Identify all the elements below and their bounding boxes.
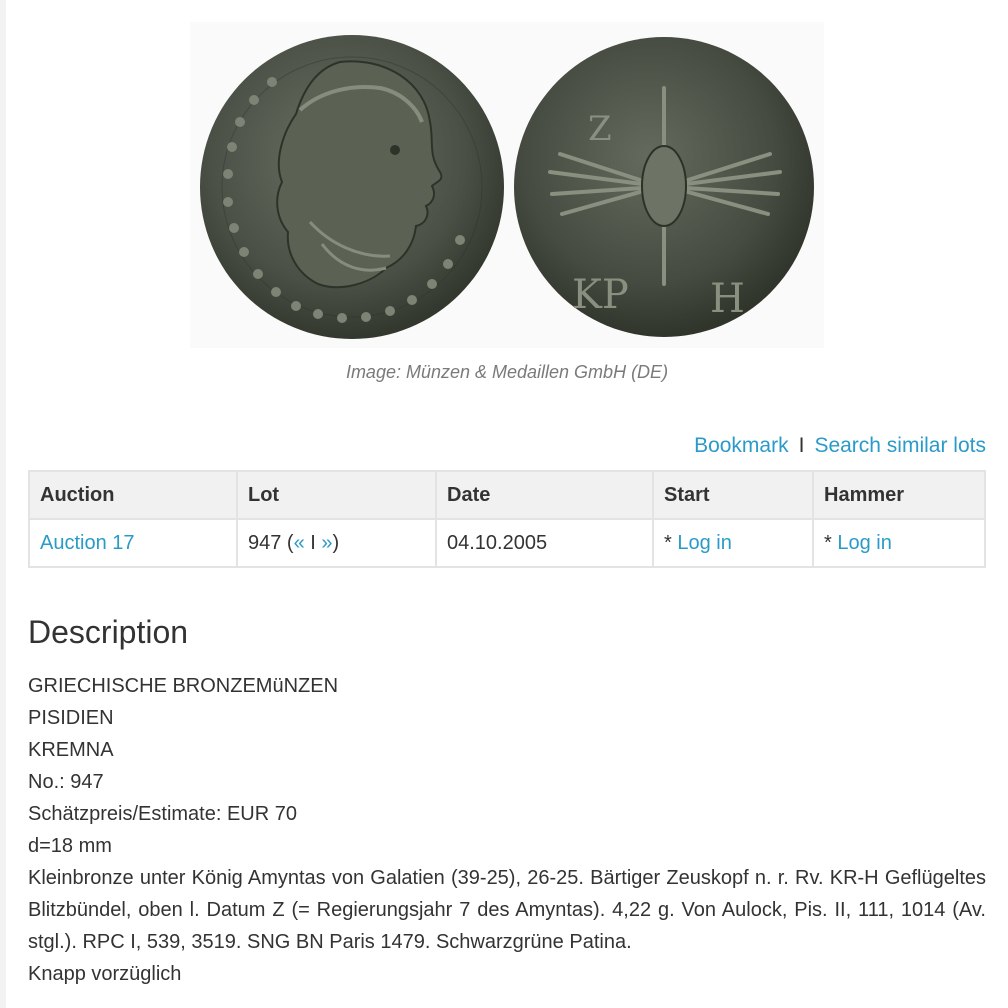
hammer-prefix: * [824, 531, 838, 554]
header-hammer: Hammer [812, 470, 986, 520]
description-line-estimate: Schätzpreis/Estimate: EUR 70 [28, 803, 297, 825]
left-edge-strip [0, 0, 6, 1008]
description-body: GRIECHISCHE BRONZEMüNZEN PISIDIEN KREMNA… [28, 670, 986, 990]
hammer-login-link[interactable]: Log in [837, 532, 892, 554]
bookmark-link[interactable]: Bookmark [694, 434, 789, 457]
lot-number: 947 ( [248, 531, 294, 554]
description-text: Kleinbronze unter König Amyntas von Gala… [28, 867, 986, 953]
svg-text:Z: Z [588, 109, 612, 149]
header-date: Date [435, 470, 654, 520]
table-header-row: Auction Lot Date Start Hammer [28, 470, 986, 520]
header-start: Start [652, 470, 814, 520]
search-similar-lots-link[interactable]: Search similar lots [814, 434, 986, 457]
description-line-category: GRIECHISCHE BRONZEMüNZEN [28, 675, 339, 697]
header-auction: Auction [28, 470, 238, 520]
auction-link[interactable]: Auction 17 [40, 532, 135, 554]
description-line-number: No.: 947 [28, 771, 104, 793]
actions-separator: I [798, 434, 805, 457]
previous-lot-link[interactable]: « [294, 532, 305, 554]
coin-reverse-icon: Z KP H [514, 37, 814, 337]
header-lot: Lot [236, 470, 437, 520]
coin-image[interactable]: Z KP H [190, 22, 824, 348]
cell-hammer: * Log in [812, 518, 986, 568]
image-caption: Image: Münzen & Medaillen GmbH (DE) [345, 362, 669, 382]
coin-obverse-icon [200, 35, 504, 339]
page: Z KP H Image: Münzen & Medaillen GmbH (D… [0, 0, 1008, 1008]
start-prefix: * [664, 531, 678, 554]
description-line-region: PISIDIEN [28, 707, 114, 729]
svg-text:H: H [710, 276, 745, 322]
cell-lot: 947 (« I ») [236, 518, 437, 568]
lot-info-table: Auction Lot Date Start Hammer Auction 17… [28, 470, 986, 568]
lot-close-paren: ) [332, 531, 340, 554]
description-grade: Knapp vorzüglich [28, 963, 182, 985]
description-heading: Description [28, 614, 189, 650]
description-line-city: KREMNA [28, 739, 114, 761]
lot-actions: Bookmark I Search similar lots [694, 434, 986, 458]
svg-text:KP: KP [572, 272, 629, 318]
cell-date: 04.10.2005 [435, 518, 654, 568]
table-row: Auction 17 947 (« I ») 04.10.2005 * Log … [28, 518, 986, 568]
next-lot-link[interactable]: » [321, 532, 332, 554]
lot-nav-separator: I [304, 531, 322, 554]
description-line-diameter: d=18 mm [28, 835, 112, 857]
cell-auction: Auction 17 [28, 518, 238, 568]
start-login-link[interactable]: Log in [677, 532, 732, 554]
cell-start: * Log in [652, 518, 814, 568]
